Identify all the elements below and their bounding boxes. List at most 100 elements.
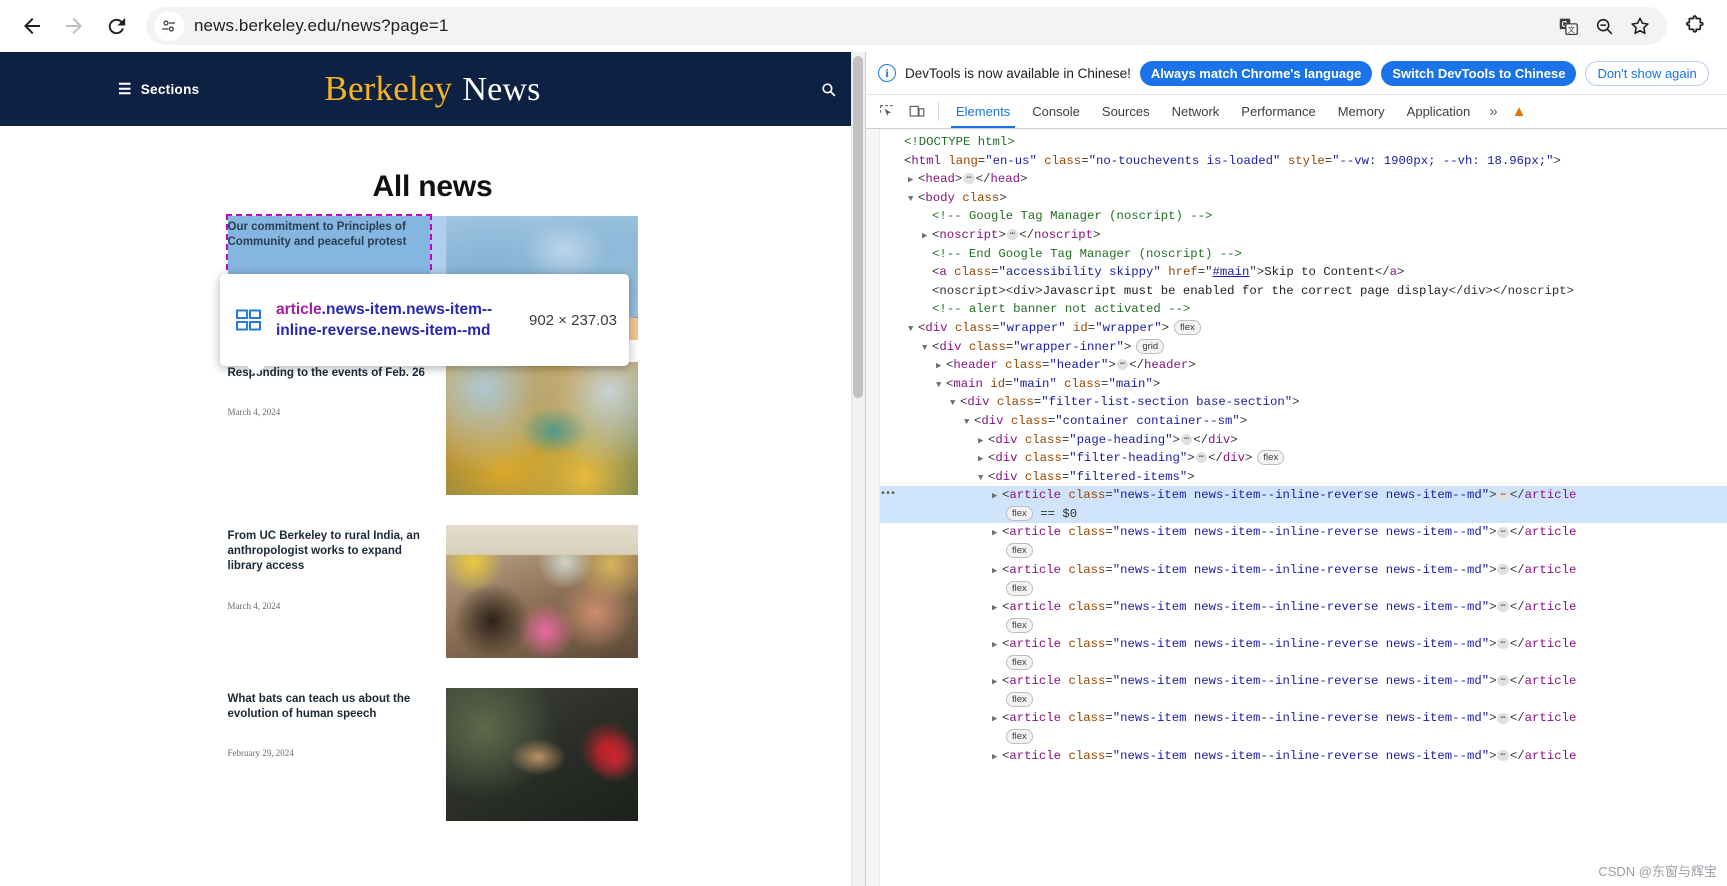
grid-badge[interactable]: grid [1136, 339, 1164, 354]
dom-line-article[interactable]: <article class="news-item news-item--inl… [880, 672, 1727, 691]
expand-triangle-icon[interactable] [992, 710, 1000, 729]
collapse-triangle-icon[interactable] [922, 339, 930, 358]
expand-triangle-icon[interactable] [992, 748, 1000, 767]
dom-line-article[interactable]: <article class="news-item news-item--inl… [880, 635, 1727, 654]
dom-line-skip-link[interactable]: <a class="accessibility skippy" href="#m… [880, 263, 1727, 282]
flex-badge[interactable]: flex [1006, 729, 1033, 744]
news-item-thumbnail[interactable] [446, 362, 638, 495]
dom-line-header[interactable]: <header class="header">⋯</header> [880, 356, 1727, 375]
tab-performance[interactable]: Performance [1230, 95, 1326, 128]
collapse-triangle-icon[interactable] [964, 413, 972, 432]
expand-triangle-icon[interactable] [908, 171, 916, 190]
dom-line-wrapper-inner[interactable]: <div class="wrapper-inner">grid [880, 338, 1727, 357]
always-match-language-button[interactable]: Always match Chrome's language [1140, 61, 1372, 86]
flex-badge[interactable]: flex [1006, 543, 1033, 558]
tab-application[interactable]: Application [1396, 95, 1482, 128]
dom-line-page-heading[interactable]: <div class="page-heading">⋯</div> [880, 431, 1727, 450]
flex-badge[interactable]: flex [1006, 655, 1033, 670]
device-toolbar-button[interactable] [902, 95, 932, 128]
flex-badge[interactable]: flex [1257, 450, 1284, 465]
dom-line-selected-badges[interactable]: flex == $0 [880, 505, 1727, 524]
site-info-button[interactable] [154, 11, 184, 41]
tab-sources[interactable]: Sources [1091, 95, 1161, 128]
dom-line-article[interactable]: <article class="news-item news-item--inl… [880, 523, 1727, 542]
expand-triangle-icon[interactable] [978, 432, 986, 451]
tab-elements[interactable]: Elements [945, 95, 1021, 128]
expand-triangle-icon[interactable] [936, 357, 944, 376]
collapsed-children-icon[interactable]: ⋯ [1497, 750, 1508, 761]
dom-line-html[interactable]: <html lang="en-us" class="no-touchevents… [880, 152, 1727, 171]
collapsed-children-icon[interactable]: ⋯ [1196, 452, 1207, 463]
switch-to-chinese-button[interactable]: Switch DevTools to Chinese [1381, 61, 1576, 86]
news-list-item[interactable]: Responding to the events of Feb. 26 Marc… [228, 362, 638, 495]
dom-line-noscript[interactable]: <noscript>⋯</noscript> [880, 226, 1727, 245]
collapsed-children-icon[interactable]: ⋯ [963, 173, 974, 184]
dom-line-filter-heading[interactable]: <div class="filter-heading">⋯</div>flex [880, 449, 1727, 468]
address-bar[interactable]: news.berkeley.edu/news?page=1 G 文 [146, 7, 1667, 45]
url-text[interactable]: news.berkeley.edu/news?page=1 [194, 16, 448, 36]
collapsed-children-icon[interactable]: ⋯ [1497, 564, 1508, 575]
dom-line-article-badge[interactable]: flex [880, 654, 1727, 673]
collapsed-children-icon[interactable]: ⋯ [1497, 675, 1508, 686]
dom-line-article[interactable]: <article class="news-item news-item--inl… [880, 561, 1727, 580]
collapse-triangle-icon[interactable] [908, 320, 916, 339]
flex-badge[interactable]: flex [1006, 618, 1033, 633]
news-item-title[interactable]: What bats can teach us about the evoluti… [228, 692, 434, 722]
dom-line-article-badge[interactable]: flex [880, 616, 1727, 635]
dom-line-wrapper[interactable]: <div class="wrapper" id="wrapper">flex [880, 319, 1727, 338]
dont-show-again-button[interactable]: Don't show again [1585, 61, 1708, 86]
tab-network[interactable]: Network [1161, 95, 1231, 128]
flex-badge[interactable]: flex [1174, 320, 1201, 335]
expand-triangle-icon[interactable] [992, 599, 1000, 618]
expand-triangle-icon[interactable] [922, 227, 930, 246]
zoom-button[interactable] [1587, 9, 1621, 43]
forward-button[interactable] [54, 6, 94, 46]
dom-tree[interactable]: <!DOCTYPE html> <html lang="en-us" class… [880, 129, 1727, 886]
more-tabs-button[interactable]: » [1481, 95, 1505, 128]
expand-triangle-icon[interactable] [992, 562, 1000, 581]
extensions-button[interactable] [1675, 6, 1715, 46]
bookmark-button[interactable] [1623, 9, 1657, 43]
dom-line-comment-alert[interactable]: <!-- alert banner not activated --> [880, 300, 1727, 319]
collapsed-children-icon[interactable]: ⋯ [1497, 713, 1508, 724]
news-list-item[interactable]: From UC Berkeley to rural India, an anth… [228, 525, 638, 658]
dom-line-article-badge[interactable]: flex [880, 579, 1727, 598]
dom-line-article[interactable]: <article class="news-item news-item--inl… [880, 747, 1727, 766]
collapsed-children-icon[interactable]: ⋯ [1007, 229, 1018, 240]
translate-button[interactable]: G 文 [1551, 9, 1585, 43]
dom-line-article-badge[interactable]: flex [880, 542, 1727, 561]
dom-line-container[interactable]: <div class="container container--sm"> [880, 412, 1727, 431]
dom-line-noscript-inline[interactable]: <noscript><div>Javascript must be enable… [880, 282, 1727, 301]
reload-button[interactable] [96, 6, 136, 46]
page-scrollbar[interactable] [851, 52, 865, 886]
tab-memory[interactable]: Memory [1327, 95, 1396, 128]
page-scrollbar-thumb[interactable] [853, 56, 863, 398]
collapsed-children-icon[interactable]: ⋯ [1181, 434, 1192, 445]
dom-line-filtered-items[interactable]: <div class="filtered-items"> [880, 468, 1727, 487]
collapse-triangle-icon[interactable] [908, 190, 916, 209]
expand-triangle-icon[interactable] [992, 487, 1000, 506]
collapse-triangle-icon[interactable] [978, 469, 986, 488]
dom-line-comment-gtm[interactable]: <!-- Google Tag Manager (noscript) --> [880, 207, 1727, 226]
expand-triangle-icon[interactable] [992, 524, 1000, 543]
dom-line-comment-gtm-end[interactable]: <!-- End Google Tag Manager (noscript) -… [880, 245, 1727, 264]
site-search-button[interactable] [820, 81, 837, 98]
flex-badge[interactable]: flex [1006, 692, 1033, 707]
dom-line-article-badge[interactable]: flex [880, 728, 1727, 747]
dom-line-article-selected[interactable]: <article class="news-item news-item--inl… [880, 486, 1727, 505]
sections-menu-button[interactable]: ☰ Sections [118, 82, 199, 97]
collapsed-children-icon[interactable]: ⋯ [1497, 490, 1508, 501]
dom-line-doctype[interactable]: <!DOCTYPE html> [880, 133, 1727, 152]
collapsed-children-icon[interactable]: ⋯ [1497, 601, 1508, 612]
collapsed-children-icon[interactable]: ⋯ [1117, 359, 1128, 370]
warning-triangle-icon[interactable]: ▲ [1506, 95, 1533, 128]
flex-badge[interactable]: flex [1006, 581, 1033, 596]
a-href-value[interactable]: #main [1213, 265, 1250, 279]
news-list-item[interactable]: What bats can teach us about the evoluti… [228, 688, 638, 821]
news-item-thumbnail[interactable] [446, 525, 638, 658]
expand-triangle-icon[interactable] [978, 450, 986, 469]
news-item-title[interactable]: From UC Berkeley to rural India, an anth… [228, 529, 434, 575]
collapsed-children-icon[interactable]: ⋯ [1497, 527, 1508, 538]
inspect-element-button[interactable] [872, 95, 902, 128]
news-item-title[interactable]: Our commitment to Principles of Communit… [228, 220, 434, 250]
